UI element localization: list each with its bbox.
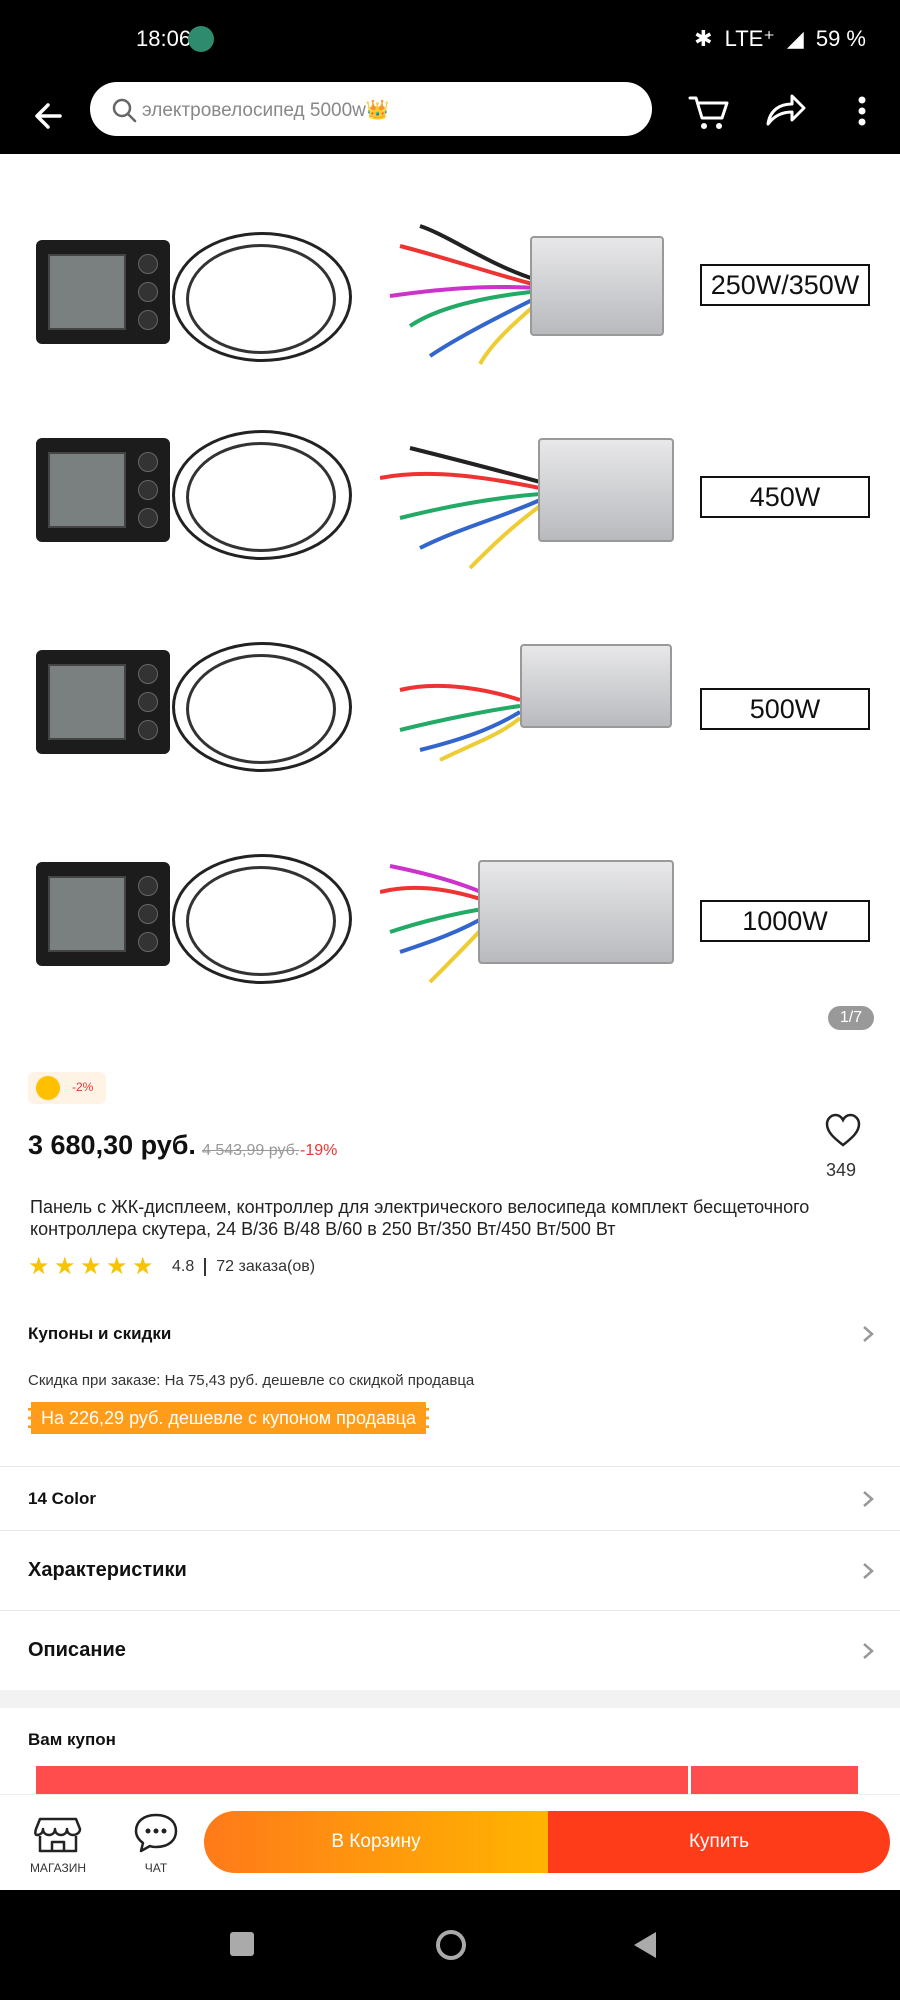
color-option-label: 14 Color [28, 1489, 97, 1508]
power-label: 1000W [700, 900, 870, 942]
color-selector-row[interactable]: 14 Color [0, 1466, 900, 1530]
cart-icon [688, 96, 729, 129]
home-button[interactable] [436, 1930, 466, 1960]
coin-icon [36, 1076, 60, 1100]
order-discount-text: Скидка при заказе: На 75,43 руб. дешевле… [28, 1372, 475, 1389]
lcd-display-image [36, 650, 170, 754]
chat-button[interactable]: ЧАТ [124, 1809, 188, 1879]
status-time: 18:06 [136, 26, 192, 51]
chat-label: ЧАТ [144, 1861, 168, 1875]
promo-badge-text: -2% [72, 1080, 94, 1094]
search-icon [112, 98, 137, 123]
lcd-display-image [36, 862, 170, 966]
arrow-left-icon [35, 103, 62, 129]
product-image-gallery[interactable]: 250W/350W 450W 500W 1000W [0, 154, 900, 1034]
chat-icon [134, 1813, 178, 1853]
power-label: 250W/350W [700, 264, 870, 306]
share-button[interactable] [760, 86, 810, 136]
original-price: 4 543,99 руб. [202, 1142, 300, 1159]
orders-count: 72 заказа(ов) [216, 1258, 316, 1275]
section-divider [0, 1690, 900, 1708]
description-title: Описание [28, 1639, 126, 1661]
divider [204, 1258, 207, 1276]
share-icon [766, 94, 806, 126]
bottom-action-bar: МАГАЗИН ЧАТ В Корзину Купить [0, 1794, 900, 1890]
product-image-row: 250W/350W [0, 186, 900, 396]
buy-now-button[interactable]: Купить [548, 1811, 890, 1873]
coupon-divider [688, 1766, 691, 1794]
specs-row[interactable]: Характеристики [0, 1530, 900, 1610]
battery-level: 59 % [815, 26, 866, 51]
star-icon: ★ [106, 1253, 128, 1280]
chevron-right-icon [863, 1563, 874, 1579]
discount-percent: -19% [300, 1142, 338, 1159]
top-app-bar: электровелосипед 5000w👑 [0, 76, 900, 154]
status-indicators: ✱ LTE⁺ ◢ 59 % [694, 26, 866, 52]
coupon-card[interactable] [36, 1766, 858, 1794]
status-bar: 18:06 ✱ LTE⁺ ◢ 59 % [0, 0, 900, 76]
description-row[interactable]: Описание [0, 1610, 900, 1690]
heart-icon[interactable] [824, 1112, 862, 1150]
shop-button[interactable]: МАГАЗИН [26, 1809, 90, 1879]
star-icon: ★ [80, 1253, 102, 1280]
system-back-button[interactable] [634, 1932, 656, 1958]
current-price: 3 680,30 руб. [28, 1130, 196, 1160]
search-query-text: электровелосипед 5000w👑 [142, 100, 390, 121]
controller-image [538, 438, 674, 542]
seller-coupon-tag[interactable]: На 226,29 руб. дешевле с купоном продавц… [28, 1402, 429, 1434]
controller-image [478, 860, 674, 964]
app-notification-icon [188, 26, 214, 52]
recent-apps-button[interactable] [230, 1932, 254, 1956]
chevron-right-icon [863, 1491, 874, 1507]
rating-value: 4.8 [172, 1258, 195, 1275]
chevron-right-icon [863, 1326, 874, 1342]
star-icon: ★ [132, 1253, 154, 1280]
rating-row[interactable]: ★ ★ ★ ★ ★ 4.8 72 заказа(ов) [28, 1254, 315, 1280]
chevron-right-icon [863, 1643, 874, 1659]
power-label: 450W [700, 476, 870, 518]
specs-title: Характеристики [28, 1559, 187, 1581]
product-image-row: 450W [0, 398, 900, 608]
product-image-row: 1000W [0, 822, 900, 1032]
wishlist-count: 349 [826, 1160, 857, 1180]
more-vertical-icon [858, 96, 866, 126]
signal-icon: ◢ [786, 26, 804, 51]
cart-button[interactable] [684, 86, 734, 136]
back-button[interactable] [24, 90, 76, 142]
star-icon: ★ [54, 1253, 76, 1280]
wiring-harness-image [380, 446, 540, 570]
network-type: LTE⁺ [724, 26, 775, 51]
lcd-display-image [36, 240, 170, 344]
store-icon [34, 1817, 82, 1853]
wiring-harness-image [389, 224, 540, 365]
more-options-button[interactable] [842, 86, 882, 136]
controller-image [530, 236, 664, 336]
search-input[interactable]: электровелосипед 5000w👑 [90, 82, 652, 136]
wiring-harness-image [399, 683, 522, 762]
shop-label: МАГАЗИН [29, 1861, 87, 1875]
gallery-page-indicator: 1/7 [828, 1006, 874, 1030]
controller-image [520, 644, 672, 728]
lcd-display-image [36, 438, 170, 542]
your-coupon-title: Вам купон [28, 1730, 116, 1749]
system-navigation-bar [0, 1890, 900, 2000]
promo-badge[interactable]: -2% [28, 1072, 106, 1104]
product-image-row: 500W [0, 610, 900, 820]
bluetooth-icon: ✱ [694, 26, 713, 51]
power-label: 500W [700, 688, 870, 730]
add-to-cart-button[interactable]: В Корзину [204, 1811, 548, 1873]
star-icon: ★ [28, 1253, 50, 1280]
product-title: Панель с ЖК-дисплеем, контроллер для эле… [30, 1197, 810, 1239]
coupons-title: Купоны и скидки [28, 1324, 172, 1343]
